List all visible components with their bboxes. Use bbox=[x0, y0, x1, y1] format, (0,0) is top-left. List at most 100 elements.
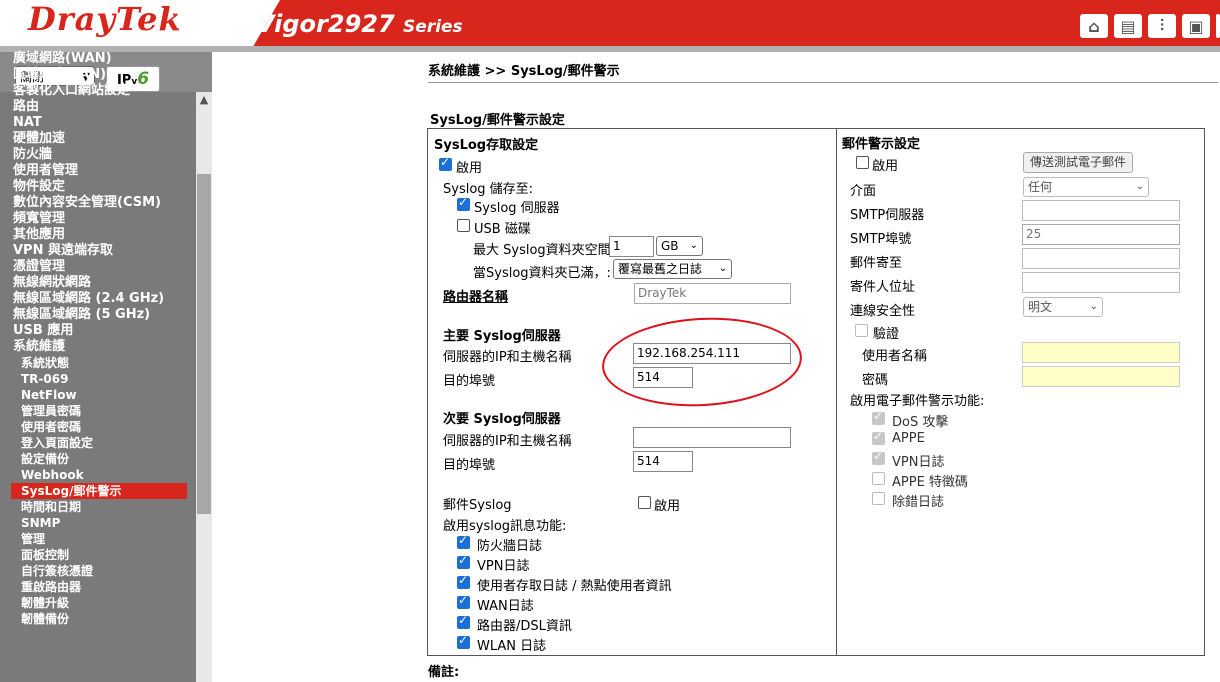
primary-port-label: 目的埠號 bbox=[443, 374, 496, 389]
smtp-port-input[interactable]: 25 bbox=[1022, 224, 1180, 245]
mail-feature-checkbox[interactable] bbox=[872, 492, 885, 505]
sidebar-item[interactable]: 管理 bbox=[13, 531, 193, 547]
sidebar-item[interactable]: 系統狀態 bbox=[13, 355, 193, 371]
syslog-feature-checkbox[interactable] bbox=[457, 633, 470, 649]
scroll-up-icon[interactable]: ▲ bbox=[196, 92, 212, 108]
sidebar-item[interactable]: 防火牆 bbox=[13, 147, 193, 163]
router-name-input[interactable]: DrayTek bbox=[634, 283, 791, 304]
sidebar-item[interactable]: 無線區域網路 (5 GHz) bbox=[13, 307, 193, 323]
mail-feature-label: APPE bbox=[892, 431, 925, 446]
sidebar-item[interactable]: 數位內容安全管理(CSM) bbox=[13, 195, 193, 211]
sidebar-item[interactable]: 無線網狀網路 bbox=[13, 275, 193, 291]
page-title: SysLog/郵件警示設定 bbox=[430, 113, 565, 128]
syslog-server-checkbox[interactable] bbox=[457, 195, 470, 211]
unit-select-value: GB bbox=[661, 239, 679, 253]
password-input[interactable] bbox=[1022, 366, 1180, 387]
send-test-email-button[interactable]: 傳送測試電子郵件 bbox=[1023, 152, 1134, 173]
sidebar-item[interactable]: 管理員密碼 bbox=[13, 403, 193, 419]
sidebar-item[interactable]: 韌體升級 bbox=[13, 595, 193, 611]
interface-label: 介面 bbox=[850, 184, 877, 199]
sidebar-item[interactable]: Webhook bbox=[13, 467, 193, 483]
mail-feature-label: DoS 攻擊 bbox=[892, 415, 949, 430]
sidebar-item[interactable]: 使用者管理 bbox=[13, 163, 193, 179]
mail-feature-checkbox[interactable] bbox=[872, 472, 885, 485]
sidebar-item[interactable]: 韌體備份 bbox=[13, 611, 193, 627]
max-space-input[interactable]: 1 bbox=[609, 236, 654, 257]
sidebar-item[interactable]: 時間和日期 bbox=[13, 499, 193, 515]
sidebar-item[interactable]: SysLog/郵件警示 bbox=[11, 483, 187, 499]
sidebar-item[interactable]: 物件設定 bbox=[13, 179, 193, 195]
sliders-icon[interactable]: ⫶ bbox=[1148, 14, 1176, 38]
sidebar-item[interactable]: 使用者密碼 bbox=[13, 419, 193, 435]
secondary-port-label: 目的埠號 bbox=[443, 458, 496, 473]
window-icon[interactable]: ▤ bbox=[1114, 14, 1142, 38]
mail-syslog-label: 郵件Syslog bbox=[443, 498, 512, 513]
sidebar-item[interactable]: 登入頁面設定 bbox=[13, 435, 193, 451]
username-label: 使用者名稱 bbox=[862, 349, 928, 364]
sidebar-item[interactable]: 系統維護 bbox=[13, 339, 193, 355]
when-full-select[interactable]: 覆寫最舊之日誌 ⌄ bbox=[613, 259, 732, 279]
syslog-feature-checkbox[interactable] bbox=[457, 593, 470, 609]
syslog-enable-checkbox[interactable] bbox=[439, 155, 452, 171]
mail-enable-checkbox[interactable] bbox=[856, 156, 869, 169]
sidebar-scrollbar[interactable]: ▲ bbox=[196, 92, 212, 682]
syslog-feature-label: WAN日誌 bbox=[477, 599, 534, 614]
sidebar-item[interactable]: 無線區域網路 (2.4 GHz) bbox=[13, 291, 193, 307]
security-select[interactable]: 明文 ⌄ bbox=[1023, 297, 1103, 317]
primary-ip-label: 伺服器的IP和主機名稱 bbox=[443, 350, 572, 365]
sender-input[interactable] bbox=[1022, 272, 1180, 293]
mail-feature-checkbox[interactable] bbox=[872, 429, 885, 445]
sidebar-item[interactable]: 憑證管理 bbox=[13, 259, 193, 275]
mail-feature-checkbox[interactable] bbox=[872, 449, 885, 465]
unit-select[interactable]: GB ⌄ bbox=[656, 236, 703, 256]
sidebar-item[interactable]: 廣域網路(WAN) bbox=[13, 51, 193, 67]
model-series: Series bbox=[403, 17, 463, 37]
sidebar-item[interactable]: 其他應用 bbox=[13, 227, 193, 243]
mail-to-input[interactable] bbox=[1022, 248, 1180, 269]
sidebar-item[interactable]: 頻寬管理 bbox=[13, 211, 193, 227]
smtp-server-input[interactable] bbox=[1022, 200, 1180, 221]
primary-server-heading: 主要 Syslog伺服器 bbox=[443, 329, 561, 344]
scroll-thumb[interactable] bbox=[197, 174, 211, 514]
home-icon[interactable]: ⌂ bbox=[1080, 14, 1108, 38]
sidebar-item[interactable]: 客製化入口網站設定 bbox=[13, 83, 193, 99]
sidebar-item[interactable]: NAT bbox=[13, 115, 193, 131]
interface-select[interactable]: 任何 ⌄ bbox=[1023, 177, 1149, 197]
sidebar-item[interactable]: 區域網路(LAN) bbox=[13, 67, 193, 83]
sidebar-item[interactable]: 重啟路由器 bbox=[13, 579, 193, 595]
mail-feature-checkbox[interactable] bbox=[872, 409, 885, 425]
mail-syslog-checkbox[interactable] bbox=[638, 496, 651, 509]
sidebar-item[interactable]: USB 應用 bbox=[13, 323, 193, 339]
sidebar-item[interactable]: 設定備份 bbox=[13, 451, 193, 467]
syslog-feature-label: 防火牆日誌 bbox=[477, 539, 543, 554]
sidebar-item[interactable]: 自行簽核憑證 bbox=[13, 563, 193, 579]
syslog-feature-checkbox[interactable] bbox=[457, 613, 470, 629]
sidebar-item[interactable]: TR-069 bbox=[13, 371, 193, 387]
mail-feature-label: VPN日誌 bbox=[892, 455, 945, 470]
syslog-feature-checkbox[interactable] bbox=[457, 553, 470, 569]
sidebar-item[interactable]: 路由 bbox=[13, 99, 193, 115]
sidebar-item[interactable]: 硬體加速 bbox=[13, 131, 193, 147]
remarks-label: 備註: bbox=[428, 665, 460, 680]
usb-disk-checkbox[interactable] bbox=[457, 219, 470, 232]
interface-value: 任何 bbox=[1028, 180, 1053, 194]
security-value: 明文 bbox=[1028, 300, 1053, 314]
syslog-feature-checkbox[interactable] bbox=[457, 573, 470, 589]
syslog-feature-checkbox[interactable] bbox=[457, 533, 470, 549]
sidebar-item[interactable]: VPN 與遠端存取 bbox=[13, 243, 193, 259]
chevron-down-icon: ⌄ bbox=[689, 240, 698, 251]
auth-checkbox[interactable] bbox=[855, 324, 868, 337]
secondary-port-input[interactable]: 514 bbox=[633, 451, 693, 472]
sidebar-item[interactable]: SNMP bbox=[13, 515, 193, 531]
usb-disk-label: USB 磁碟 bbox=[474, 222, 531, 237]
model-title: Vigor2927 Series bbox=[256, 10, 463, 38]
model-name: Vigor2927 bbox=[256, 10, 395, 38]
secondary-ip-input[interactable] bbox=[633, 427, 791, 448]
sidebar-item[interactable]: 面板控制 bbox=[13, 547, 193, 563]
when-full-label: 當Syslog資料夾已滿，: bbox=[473, 266, 611, 281]
more-icon[interactable] bbox=[1216, 14, 1220, 38]
save-to-label: Syslog 儲存至: bbox=[443, 182, 534, 197]
username-input[interactable] bbox=[1022, 342, 1180, 363]
sidebar-item[interactable]: NetFlow bbox=[13, 387, 193, 403]
save-icon[interactable]: ▣ bbox=[1182, 14, 1210, 38]
